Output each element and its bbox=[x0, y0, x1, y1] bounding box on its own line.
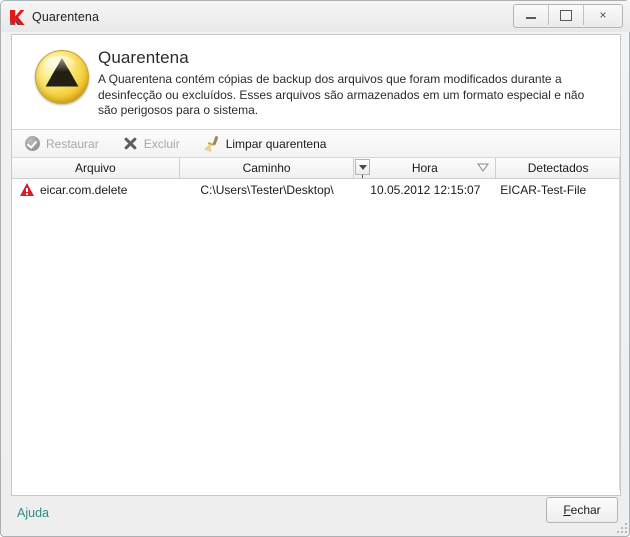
resize-grip[interactable] bbox=[616, 522, 627, 533]
warning-triangle-icon bbox=[20, 183, 34, 196]
kaspersky-k-icon bbox=[8, 9, 25, 26]
column-header-caminho[interactable]: Caminho bbox=[179, 158, 355, 178]
check-circle-icon bbox=[25, 136, 40, 151]
cell-arquivo: eicar.com.delete bbox=[12, 183, 180, 197]
restore-button[interactable]: Restaurar bbox=[22, 133, 102, 155]
cell-caminho: C:\Users\Tester\Desktop\ bbox=[200, 182, 334, 197]
delete-button[interactable]: Excluir bbox=[120, 133, 183, 155]
close-dialog-button[interactable]: Fechar bbox=[546, 497, 618, 523]
close-dialog-button-accel: F bbox=[563, 503, 571, 517]
close-dialog-button-label: echar bbox=[570, 503, 601, 517]
maximize-button[interactable] bbox=[549, 5, 584, 25]
title-bar-left: Quarentena bbox=[8, 7, 99, 27]
cross-icon bbox=[123, 136, 138, 151]
column-header-hora[interactable]: Hora bbox=[354, 158, 497, 178]
column-header-arquivo-label: Arquivo bbox=[75, 161, 116, 175]
clear-quarantine-button[interactable]: Limpar quarentena bbox=[201, 133, 330, 155]
filter-funnel-icon[interactable] bbox=[355, 159, 371, 178]
table-header-row: Arquivo Caminho Hora Detectados bbox=[12, 158, 620, 179]
maximize-icon bbox=[549, 5, 583, 25]
close-button[interactable]: × bbox=[584, 5, 622, 25]
page-description: A Quarentena contém cópias de backup dos… bbox=[98, 72, 585, 117]
minimize-button[interactable] bbox=[514, 5, 549, 25]
quarantine-window: Quarentena × Quarentena A Quarentena con… bbox=[0, 0, 630, 537]
column-header-caminho-label: Caminho bbox=[242, 161, 291, 175]
quarantine-table: Arquivo Caminho Hora Detectados eicar.co… bbox=[12, 158, 620, 490]
help-link[interactable]: Ajuda bbox=[17, 506, 49, 520]
clear-quarantine-button-label: Limpar quarentena bbox=[225, 136, 327, 151]
column-header-arquivo[interactable]: Arquivo bbox=[12, 158, 180, 178]
list-right-edge bbox=[619, 158, 620, 490]
column-header-detectados-label: Detectados bbox=[527, 161, 589, 175]
footer-bar: Ajuda Fechar bbox=[1, 494, 630, 536]
cell-arquivo-text: eicar.com.delete bbox=[40, 182, 128, 197]
minimize-icon bbox=[514, 5, 548, 25]
column-header-detectados[interactable]: Detectados bbox=[496, 158, 620, 178]
window-title: Quarentena bbox=[32, 10, 100, 24]
title-bar: Quarentena × bbox=[1, 1, 630, 32]
page-title: Quarentena bbox=[98, 48, 189, 67]
action-toolbar: Restaurar Excluir Limpar quarentena bbox=[12, 129, 620, 158]
window-controls: × bbox=[513, 4, 623, 28]
delete-button-label: Excluir bbox=[143, 136, 180, 151]
column-header-hora-label: Hora bbox=[411, 161, 438, 175]
table-row[interactable]: eicar.com.delete C:\Users\Tester\Desktop… bbox=[12, 179, 620, 200]
cell-detectados: EICAR-Test-File bbox=[500, 182, 587, 197]
broom-icon bbox=[203, 135, 220, 152]
sort-descending-icon bbox=[477, 163, 490, 172]
page-header: Quarentena A Quarentena contém cópias de… bbox=[12, 35, 620, 129]
restore-button-label: Restaurar bbox=[46, 136, 99, 151]
hazard-icon-wrap bbox=[26, 47, 98, 129]
header-text-block: Quarentena A Quarentena contém cópias de… bbox=[98, 47, 606, 129]
close-icon: × bbox=[599, 8, 607, 22]
radiation-hazard-icon bbox=[35, 50, 89, 104]
content-panel: Quarentena A Quarentena contém cópias de… bbox=[11, 34, 621, 496]
table-body: eicar.com.delete C:\Users\Tester\Desktop… bbox=[12, 179, 620, 200]
cell-hora: 10.05.2012 12:15:07 bbox=[370, 182, 481, 197]
